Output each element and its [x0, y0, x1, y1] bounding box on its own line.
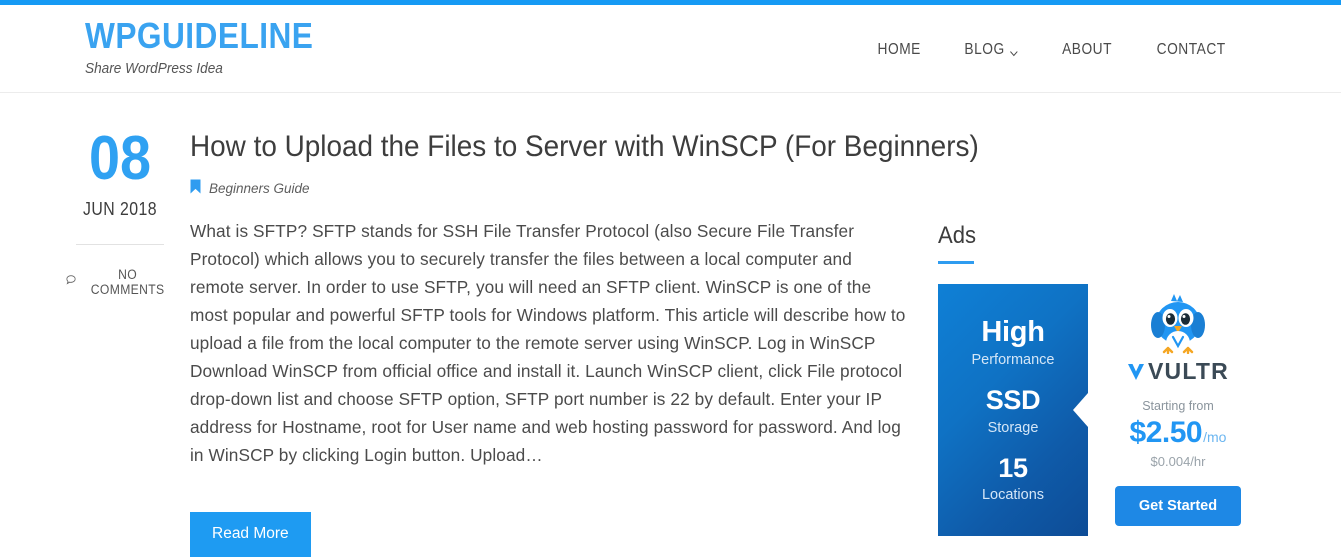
read-more-button[interactable]: Read More [190, 512, 311, 557]
main-navigation: HOME BLOG ABOUT CONTACT [874, 41, 1231, 59]
post-comments-label: NO COMMENTS [90, 266, 165, 297]
speech-bubble-icon [66, 274, 78, 290]
post-date-day: 08 [88, 124, 152, 193]
sidebar-widget-title: Ads [938, 222, 977, 249]
nav-item-home[interactable]: HOME [878, 41, 921, 59]
post-excerpt: What is SFTP? SFTP stands for SSH File T… [190, 220, 906, 465]
ad-panel-notch [1073, 393, 1088, 427]
site-logo-text[interactable]: WPGUIDELINE [85, 17, 313, 55]
post-category-label[interactable]: Beginners Guide [209, 181, 310, 196]
nav-item-blog[interactable]: BLOG [964, 41, 1018, 59]
nav-item-about[interactable]: ABOUT [1062, 41, 1112, 59]
ad-price-unit: /mo [1203, 429, 1227, 445]
post-section: 08 JUN 2018 NO COMMENTS How to Upload th… [0, 94, 1341, 557]
vultr-brand-name: VULTR [1148, 358, 1229, 384]
site-header: WPGUIDELINE Share WordPress Idea HOME BL… [0, 5, 1341, 93]
ad-stats-panel: High Performance SSD Storage 15 Location… [938, 284, 1088, 536]
ad-starting-from-label: Starting from [1142, 399, 1214, 413]
ad-stat-performance: High Performance [971, 315, 1055, 369]
ad-stat-value: High [981, 315, 1045, 348]
meta-divider [76, 243, 164, 245]
nav-item-label: BLOG [964, 41, 1005, 58]
chevron-down-icon [1009, 46, 1018, 57]
ad-price-hourly: $0.004/hr [1150, 454, 1206, 469]
ad-stat-label: Storage [987, 419, 1039, 436]
ad-price-amount: $2.50 [1129, 416, 1203, 449]
vultr-v-icon [1128, 363, 1145, 380]
sidebar-widget-underline [938, 261, 974, 264]
vultr-ad-banner[interactable]: High Performance SSD Storage 15 Location… [938, 284, 1268, 536]
site-tagline: Share WordPress Idea [85, 60, 223, 77]
post-comments-link[interactable]: NO COMMENTS [66, 267, 174, 297]
ad-stat-value: SSD [985, 385, 1041, 416]
post-article: How to Upload the Files to Server with W… [190, 130, 979, 557]
ad-stat-label: Performance [971, 352, 1055, 369]
post-title[interactable]: How to Upload the Files to Server with W… [190, 130, 979, 165]
nav-item-label: CONTACT [1156, 41, 1226, 58]
ad-stat-value: 15 [998, 452, 1028, 483]
sidebar: Ads High Performance SSD Storage 15 Loca… [938, 188, 1268, 536]
get-started-button[interactable]: Get Started [1114, 486, 1242, 526]
vultr-wordmark: VULTR [1127, 358, 1229, 385]
ad-offer-panel: VULTR Starting from $2.50 /mo $0.004/hr … [1088, 284, 1268, 536]
nav-item-label: HOME [877, 41, 922, 58]
nav-item-label: ABOUT [1061, 41, 1112, 58]
ad-stat-label: Locations [981, 487, 1045, 504]
post-category-row: Beginners Guide [190, 179, 918, 199]
ad-stat-locations: 15 Locations [981, 452, 1045, 504]
nav-item-contact[interactable]: CONTACT [1156, 41, 1225, 59]
post-meta-column: 08 JUN 2018 NO COMMENTS [60, 124, 180, 297]
vultr-bird-icon [1145, 292, 1211, 355]
bookmark-icon [190, 179, 201, 199]
post-date-month-year: JUN 2018 [83, 198, 157, 219]
ad-price-row: $2.50 /mo [1130, 416, 1227, 450]
ad-stat-storage: SSD Storage [985, 385, 1041, 436]
site-branding[interactable]: WPGUIDELINE Share WordPress Idea [85, 17, 345, 77]
